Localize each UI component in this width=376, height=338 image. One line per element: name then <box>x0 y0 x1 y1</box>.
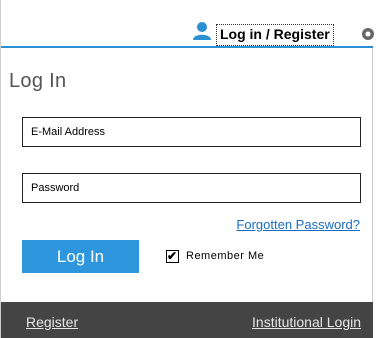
page-title: Log In <box>9 70 67 92</box>
email-field[interactable] <box>22 117 361 147</box>
gear-icon[interactable] <box>361 27 375 41</box>
remember-me[interactable]: ✔ Remember Me <box>166 248 264 264</box>
footer-bar: Register Institutional Login <box>1 302 373 338</box>
login-button[interactable]: Log In <box>22 240 139 273</box>
remember-me-label[interactable]: Remember Me <box>186 250 264 262</box>
user-icon <box>193 22 211 40</box>
header-bar: Log in / Register <box>1 0 375 46</box>
forgot-password-link[interactable]: Forgotten Password? <box>236 217 360 232</box>
register-link[interactable]: Register <box>26 314 78 330</box>
login-register-toggle[interactable]: Log in / Register <box>216 24 334 46</box>
institutional-login-link[interactable]: Institutional Login <box>252 314 361 330</box>
checkmark-icon: ✔ <box>167 248 178 263</box>
login-panel: Log in / Register Log In Forgotten Passw… <box>0 0 375 338</box>
header-divider <box>1 46 373 48</box>
remember-me-checkbox[interactable]: ✔ <box>166 248 179 263</box>
password-field[interactable] <box>22 173 361 203</box>
